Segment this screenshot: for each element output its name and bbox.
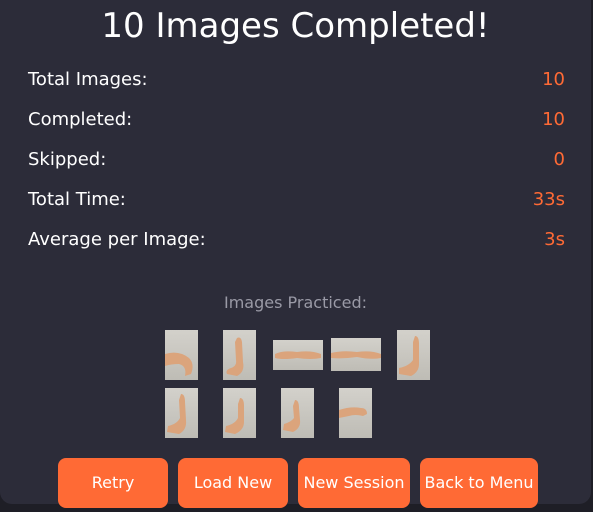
arm-photo-image (283, 400, 301, 432)
new-session-button[interactable]: New Session (298, 458, 410, 508)
stat-value: 0 (553, 149, 565, 170)
stat-row-total-time: Total Time: 33s (28, 188, 565, 212)
stat-value: 33s (532, 189, 565, 210)
practiced-image-thumbnail[interactable] (331, 338, 381, 371)
arm-photo-image (399, 336, 419, 376)
load-new-button[interactable]: Load New (178, 458, 288, 508)
practiced-image-thumbnail[interactable] (165, 388, 198, 438)
results-title: 10 Images Completed! (101, 6, 490, 46)
arm-photo-image (225, 398, 244, 434)
practiced-image-thumbnail[interactable] (223, 330, 256, 380)
stat-row-total-images: Total Images: 10 (28, 68, 565, 92)
practiced-image-thumbnail[interactable] (339, 388, 372, 438)
practiced-image-thumbnail[interactable] (397, 330, 430, 380)
arm-photo-image (167, 394, 187, 434)
arm-photo-image (226, 337, 244, 376)
practiced-image-thumbnail[interactable] (223, 388, 256, 438)
practiced-image-thumbnail[interactable] (281, 388, 314, 438)
practiced-image-thumbnail[interactable] (273, 340, 323, 370)
arm-photo-image (165, 352, 193, 376)
stat-value: 3s (544, 229, 565, 250)
practiced-image-thumbnail[interactable] (165, 330, 198, 380)
arm-photo-image (339, 407, 367, 418)
stat-value: 10 (542, 69, 565, 90)
stat-row-completed: Completed: 10 (28, 108, 565, 132)
results-panel: 10 Images Completed! Total Images: 10 Co… (0, 0, 591, 508)
stat-row-average-per-image: Average per Image: 3s (28, 228, 565, 252)
stat-label: Total Images: (28, 69, 148, 90)
arm-photo-image (331, 351, 381, 359)
images-practiced-label: Images Practiced: (224, 293, 367, 312)
arm-photo-image (275, 351, 321, 359)
stat-value: 10 (542, 109, 565, 130)
stat-label: Average per Image: (28, 229, 206, 250)
back-to-menu-button[interactable]: Back to Menu (420, 458, 538, 508)
stat-label: Total Time: (28, 189, 126, 210)
stat-label: Completed: (28, 109, 133, 130)
stat-row-skipped: Skipped: 0 (28, 148, 565, 172)
retry-button[interactable]: Retry (58, 458, 168, 508)
stat-label: Skipped: (28, 149, 107, 170)
